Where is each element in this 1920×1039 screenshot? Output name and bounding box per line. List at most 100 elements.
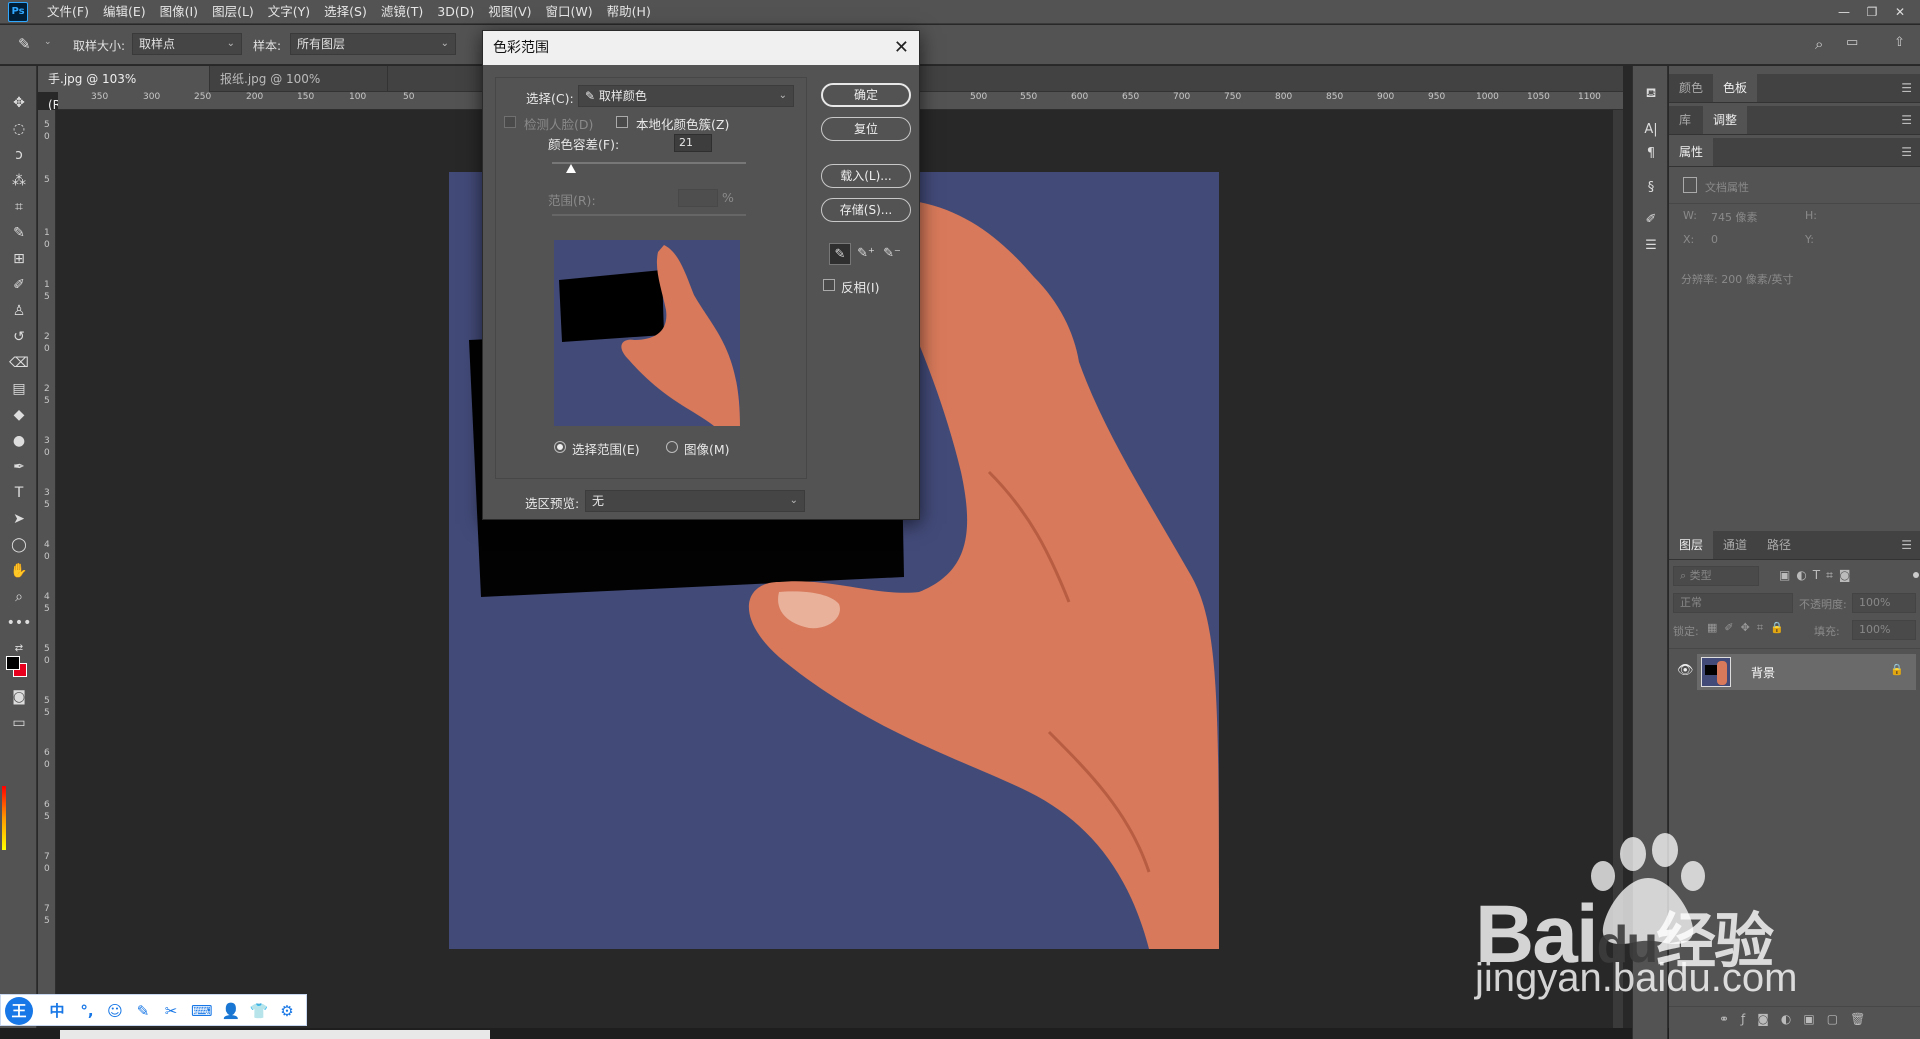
- opacity-field[interactable]: 100%: [1852, 593, 1916, 613]
- menu-select[interactable]: 选择(S): [317, 0, 374, 24]
- fuzziness-input[interactable]: 21: [674, 134, 712, 152]
- gradient-tool-icon[interactable]: ▤: [6, 378, 32, 400]
- tab-newspaper-jpg[interactable]: 报纸.jpg @ 100%(RGB/8#)×: [210, 66, 388, 112]
- eyedropper-tool-preset-icon[interactable]: ✎: [18, 35, 31, 53]
- panel-menu-icon[interactable]: ☰: [1901, 138, 1912, 166]
- save-button[interactable]: 存储(S)...: [821, 198, 911, 222]
- layer-row-background[interactable]: 背景 🔒: [1697, 654, 1916, 690]
- tab-adjustments[interactable]: 调整: [1703, 106, 1748, 134]
- tab-paths[interactable]: 路径: [1757, 531, 1801, 559]
- paragraph-icon[interactable]: ¶: [1641, 144, 1661, 164]
- layer-filter-select[interactable]: ⌕ 类型: [1673, 566, 1759, 586]
- history-icon[interactable]: ⛾: [1641, 84, 1661, 104]
- blend-mode-select[interactable]: 正常: [1673, 593, 1793, 613]
- screen-mode-icon[interactable]: ▭: [6, 712, 32, 734]
- sample-select[interactable]: 所有图层 ⌄: [290, 33, 456, 55]
- tab-swatches[interactable]: 色板: [1713, 74, 1758, 102]
- blur-tool-icon[interactable]: ◆: [6, 404, 32, 426]
- path-selection-tool-icon[interactable]: ➤: [6, 508, 32, 530]
- chevron-down-icon[interactable]: ⌄: [44, 37, 52, 47]
- skin-shirt-icon[interactable]: 👕: [249, 1001, 269, 1021]
- share-icon[interactable]: ⇧: [1894, 35, 1905, 50]
- menu-window[interactable]: 窗口(W): [539, 0, 600, 24]
- eyedropper-plus-icon[interactable]: ✎⁺: [855, 243, 877, 265]
- ime-language[interactable]: 中: [47, 1001, 67, 1021]
- gear-icon[interactable]: ⚙: [277, 1001, 297, 1021]
- image-radio[interactable]: [666, 441, 678, 453]
- magic-wand-tool-icon[interactable]: ⁂: [6, 170, 32, 192]
- properties-sliders-icon[interactable]: ☰: [1641, 236, 1661, 256]
- ime-logo[interactable]: 王: [5, 997, 33, 1025]
- menu-image[interactable]: 图像(I): [153, 0, 205, 24]
- fuzziness-slider-thumb[interactable]: [566, 164, 577, 173]
- fuzziness-slider-track[interactable]: [552, 162, 746, 164]
- search-icon[interactable]: ⌕: [1815, 35, 1823, 53]
- visibility-eye-icon[interactable]: 👁: [1677, 663, 1694, 678]
- panel-menu-icon[interactable]: ☰: [1901, 74, 1912, 102]
- eyedropper-minus-icon[interactable]: ✎⁻: [881, 243, 903, 265]
- keyboard-icon[interactable]: ⌨: [191, 1001, 213, 1021]
- character-icon[interactable]: A|: [1641, 120, 1661, 140]
- reset-button[interactable]: 复位: [821, 117, 911, 141]
- zoom-tool-icon[interactable]: ⌕: [6, 586, 32, 608]
- menu-3d[interactable]: 3D(D): [430, 0, 481, 24]
- filter-toggle-icon[interactable]: [1913, 572, 1919, 578]
- panel-menu-icon[interactable]: ☰: [1901, 106, 1912, 134]
- brushes-icon[interactable]: ✐: [1641, 210, 1661, 230]
- close-window-button[interactable]: ✕: [1886, 0, 1914, 24]
- dodge-tool-icon[interactable]: ●: [6, 430, 32, 452]
- tab-libraries[interactable]: 库: [1669, 106, 1701, 134]
- menu-file[interactable]: 文件(F): [40, 0, 96, 24]
- sample-size-select[interactable]: 取样点 ⌄: [132, 33, 242, 55]
- healing-brush-tool-icon[interactable]: ⊞: [6, 248, 32, 270]
- layer-actions-icons[interactable]: ⚭ƒ◙◐▣▢🗑: [1719, 1012, 1877, 1026]
- menu-type[interactable]: 文字(Y): [261, 0, 317, 24]
- menu-edit[interactable]: 编辑(E): [96, 0, 153, 24]
- localized-clusters-checkbox[interactable]: [616, 116, 628, 128]
- load-button[interactable]: 载入(L)...: [821, 164, 911, 188]
- selection-radio[interactable]: [554, 441, 566, 453]
- menu-filter[interactable]: 滤镜(T): [374, 0, 430, 24]
- fill-field[interactable]: 100%: [1852, 620, 1916, 640]
- detect-faces-checkbox[interactable]: [504, 116, 516, 128]
- move-tool-icon[interactable]: ✥: [6, 92, 32, 114]
- scissors-icon[interactable]: ✂: [161, 1001, 181, 1021]
- eyedropper-icon[interactable]: ✎: [829, 243, 851, 265]
- invert-checkbox[interactable]: [823, 279, 835, 291]
- restore-button[interactable]: ❐: [1858, 0, 1886, 24]
- layer-filter-icons[interactable]: ▣◐T⌗◙: [1779, 568, 1857, 583]
- brush-tool-icon[interactable]: ✐: [6, 274, 32, 296]
- selection-preview-select[interactable]: 无 ⌄: [585, 490, 805, 512]
- tab-channels[interactable]: 通道: [1713, 531, 1757, 559]
- tab-hand-jpg[interactable]: 手.jpg @ 103%(RGB/8#)×: [38, 66, 210, 112]
- select-dropdown[interactable]: ✎ 取样颜色 ⌄: [578, 85, 794, 107]
- tab-color[interactable]: 颜色: [1669, 74, 1713, 102]
- crop-tool-icon[interactable]: ⌗: [6, 196, 32, 218]
- handwriting-icon[interactable]: ✎: [133, 1001, 153, 1021]
- workspace-icon[interactable]: ▭: [1846, 35, 1858, 50]
- punctuation-icon[interactable]: °,: [77, 1001, 97, 1021]
- lasso-tool-icon[interactable]: ↄ: [6, 144, 32, 166]
- more-tools-icon[interactable]: •••: [6, 612, 32, 634]
- eraser-tool-icon[interactable]: ⌫: [6, 352, 32, 374]
- panel-menu-icon[interactable]: ☰: [1901, 531, 1912, 559]
- ellipse-tool-icon[interactable]: ◯: [6, 534, 32, 556]
- pen-tool-icon[interactable]: ✒: [6, 456, 32, 478]
- close-icon[interactable]: ✕: [894, 31, 909, 65]
- history-brush-tool-icon[interactable]: ↺: [6, 326, 32, 348]
- glyphs-icon[interactable]: §: [1641, 178, 1661, 198]
- marquee-tool-icon[interactable]: ◌: [6, 118, 32, 140]
- tab-properties[interactable]: 属性: [1669, 138, 1714, 166]
- menu-help[interactable]: 帮助(H): [600, 0, 658, 24]
- clone-stamp-tool-icon[interactable]: ♙: [6, 300, 32, 322]
- ok-button[interactable]: 确定: [821, 83, 911, 107]
- minimize-button[interactable]: —: [1830, 0, 1858, 24]
- tab-layers[interactable]: 图层: [1669, 531, 1714, 559]
- user-icon[interactable]: 👤: [221, 1001, 241, 1021]
- emoji-icon[interactable]: ☺: [105, 1001, 125, 1021]
- type-tool-icon[interactable]: T: [6, 482, 32, 504]
- foreground-color-swatch[interactable]: [6, 656, 20, 670]
- eyedropper-tool-icon[interactable]: ✎: [6, 222, 32, 244]
- menu-view[interactable]: 视图(V): [481, 0, 538, 24]
- lock-icons[interactable]: ▦✐✥⌗🔒: [1707, 621, 1791, 635]
